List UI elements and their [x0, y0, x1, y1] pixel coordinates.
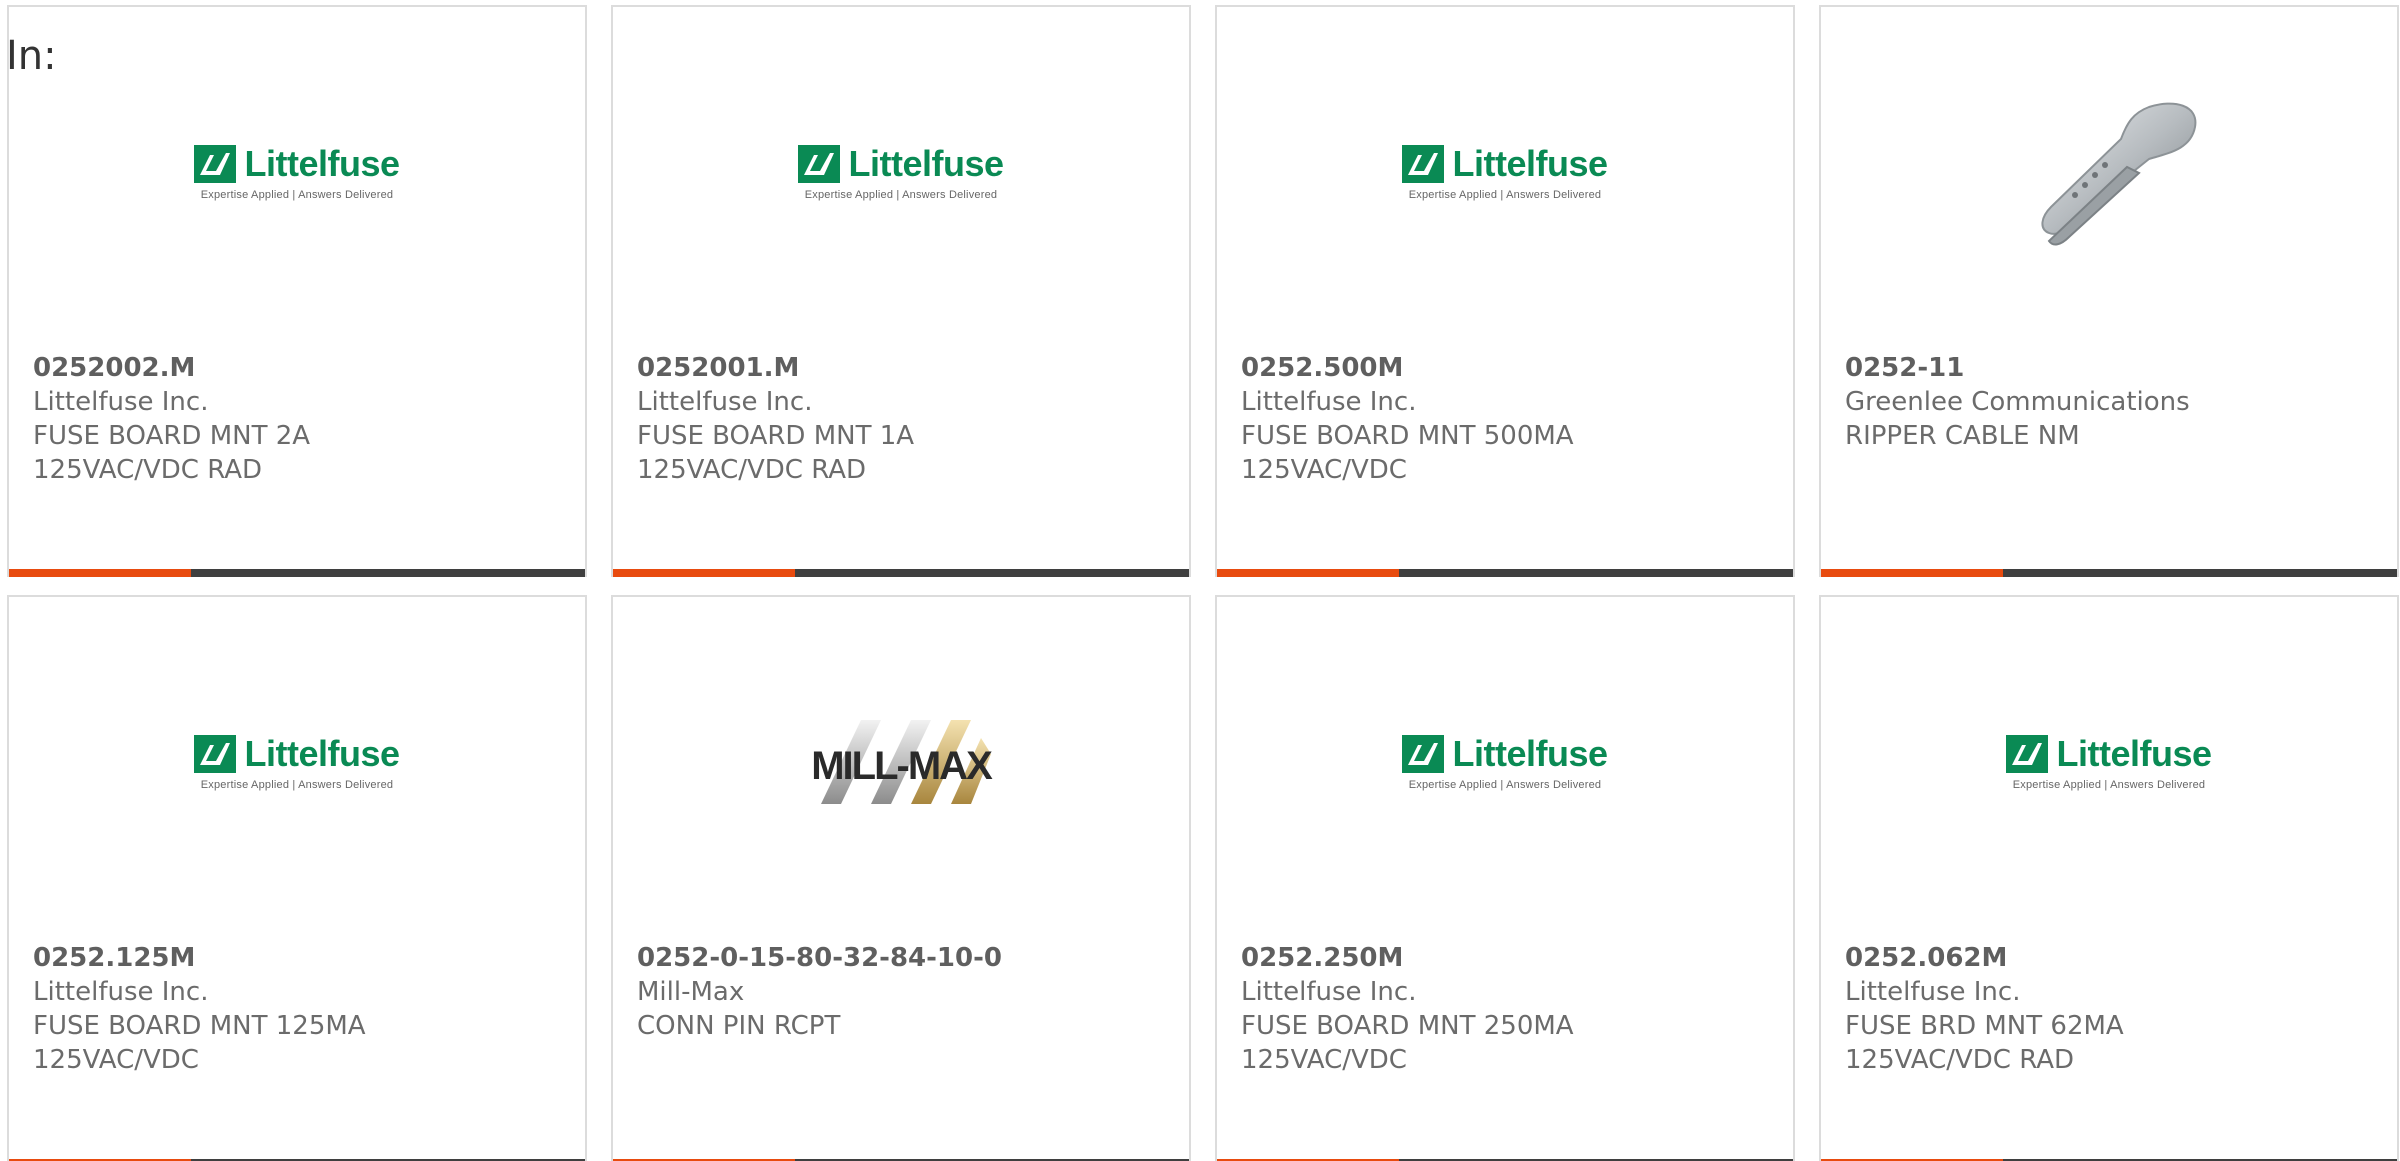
product-image: Littelfuse Expertise Applied | Answers D…: [9, 47, 585, 297]
product-info: 0252.125M Littelfuse Inc. FUSE BOARD MNT…: [33, 941, 565, 1077]
littelfuse-tagline: Expertise Applied | Answers Delivered: [2012, 779, 2206, 791]
card-bottom-bar: [1217, 569, 1793, 577]
littelfuse-wordmark: Littelfuse: [2056, 733, 2212, 774]
manufacturer: Littelfuse Inc.: [33, 977, 209, 1007]
manufacturer: Greenlee Communications: [1845, 387, 2190, 417]
product-image: Littelfuse Expertise Applied | Answers D…: [9, 637, 585, 887]
part-number[interactable]: 0252001.M: [637, 351, 1169, 385]
product-card[interactable]: MILL-MAX 0252-0-15-80-32-84-10-0 Mill-Ma…: [611, 595, 1191, 1161]
millmax-logo: MILL-MAX: [801, 714, 1001, 810]
cable-ripper-photo: [2041, 102, 2197, 246]
littelfuse-mark-icon: [1402, 145, 1445, 183]
card-accent-bar: [1821, 569, 2003, 577]
littelfuse-tagline: Expertise Applied | Answers Delivered: [804, 189, 998, 201]
littelfuse-tagline: Expertise Applied | Answers Delivered: [200, 189, 394, 201]
product-card[interactable]: Littelfuse Expertise Applied | Answers D…: [7, 595, 587, 1161]
littelfuse-wordmark: Littelfuse: [1452, 143, 1608, 184]
in-label: In:: [6, 33, 57, 79]
card-bottom-bar: [9, 569, 585, 577]
description-line-2: 125VAC/VDC: [1241, 455, 1407, 485]
description-line-2: 125VAC/VDC: [1241, 1045, 1407, 1075]
product-card[interactable]: Littelfuse Expertise Applied | Answers D…: [611, 5, 1191, 577]
product-image: [1821, 47, 2397, 297]
part-number[interactable]: 0252.125M: [33, 941, 565, 975]
part-number[interactable]: 0252.250M: [1241, 941, 1773, 975]
littelfuse-logo: Littelfuse Expertise Applied | Answers D…: [194, 143, 400, 201]
littelfuse-wordmark: Littelfuse: [244, 143, 400, 184]
millmax-wordmark: MILL-MAX: [811, 744, 993, 788]
part-number[interactable]: 0252-11: [1845, 351, 2377, 385]
card-accent-bar: [1217, 569, 1399, 577]
product-card[interactable]: 0252-11 Greenlee Communications RIPPER C…: [1819, 5, 2399, 577]
littelfuse-tagline: Expertise Applied | Answers Delivered: [200, 779, 394, 791]
littelfuse-wordmark: Littelfuse: [1452, 733, 1608, 774]
product-info: 0252.500M Littelfuse Inc. FUSE BOARD MNT…: [1241, 351, 1773, 487]
littelfuse-mark-icon: [194, 735, 237, 773]
card-bottom-bar: [1821, 569, 2397, 577]
description-line-2: 125VAC/VDC RAD: [1845, 1045, 2075, 1075]
product-card[interactable]: Littelfuse Expertise Applied | Answers D…: [7, 5, 587, 577]
description-line-1: FUSE BOARD MNT 125MA: [33, 1011, 366, 1041]
results-page: Littelfuse Expertise Applied | Answers D…: [0, 0, 2400, 1161]
littelfuse-logo: Littelfuse Expertise Applied | Answers D…: [194, 733, 400, 791]
description-line-1: FUSE BRD MNT 62MA: [1845, 1011, 2124, 1041]
littelfuse-tagline: Expertise Applied | Answers Delivered: [1408, 189, 1602, 201]
description-line-2: 125VAC/VDC RAD: [33, 455, 263, 485]
description-line-1: FUSE BOARD MNT 250MA: [1241, 1011, 1574, 1041]
card-bottom-bar: [613, 569, 1189, 577]
product-card[interactable]: Littelfuse Expertise Applied | Answers D…: [1215, 595, 1795, 1161]
littelfuse-wordmark: Littelfuse: [244, 733, 400, 774]
littelfuse-logo: Littelfuse Expertise Applied | Answers D…: [1402, 143, 1608, 201]
card-accent-bar: [613, 569, 795, 577]
product-image: Littelfuse Expertise Applied | Answers D…: [613, 47, 1189, 297]
product-info: 0252-0-15-80-32-84-10-0 Mill-Max CONN PI…: [637, 941, 1169, 1043]
description-line-1: RIPPER CABLE NM: [1845, 421, 2080, 451]
littelfuse-logo: Littelfuse Expertise Applied | Answers D…: [798, 143, 1004, 201]
littelfuse-mark-icon: [1402, 735, 1445, 773]
littelfuse-mark-icon: [2006, 735, 2049, 773]
part-number[interactable]: 0252.062M: [1845, 941, 2377, 975]
product-image: Littelfuse Expertise Applied | Answers D…: [1217, 47, 1793, 297]
description-line-2: 125VAC/VDC RAD: [637, 455, 867, 485]
product-card[interactable]: Littelfuse Expertise Applied | Answers D…: [1215, 5, 1795, 577]
manufacturer: Littelfuse Inc.: [1845, 977, 2021, 1007]
littelfuse-tagline: Expertise Applied | Answers Delivered: [1408, 779, 1602, 791]
littelfuse-wordmark: Littelfuse: [848, 143, 1004, 184]
description-line-2: 125VAC/VDC: [33, 1045, 199, 1075]
manufacturer: Littelfuse Inc.: [1241, 977, 1417, 1007]
manufacturer: Mill-Max: [637, 977, 745, 1007]
littelfuse-logo: Littelfuse Expertise Applied | Answers D…: [1402, 733, 1608, 791]
description-line-1: FUSE BOARD MNT 500MA: [1241, 421, 1574, 451]
part-number[interactable]: 0252002.M: [33, 351, 565, 385]
product-image: Littelfuse Expertise Applied | Answers D…: [1821, 637, 2397, 887]
product-info: 0252002.M Littelfuse Inc. FUSE BOARD MNT…: [33, 351, 565, 487]
littelfuse-logo: Littelfuse Expertise Applied | Answers D…: [2006, 733, 2212, 791]
product-card[interactable]: Littelfuse Expertise Applied | Answers D…: [1819, 595, 2399, 1161]
part-number[interactable]: 0252.500M: [1241, 351, 1773, 385]
product-info: 0252.250M Littelfuse Inc. FUSE BOARD MNT…: [1241, 941, 1773, 1077]
part-number[interactable]: 0252-0-15-80-32-84-10-0: [637, 941, 1169, 975]
littelfuse-mark-icon: [194, 145, 237, 183]
manufacturer: Littelfuse Inc.: [33, 387, 209, 417]
product-image: MILL-MAX: [613, 637, 1189, 887]
littelfuse-mark-icon: [798, 145, 841, 183]
card-accent-bar: [9, 569, 191, 577]
product-grid: Littelfuse Expertise Applied | Answers D…: [7, 5, 2400, 1161]
manufacturer: Littelfuse Inc.: [637, 387, 813, 417]
description-line-1: FUSE BOARD MNT 1A: [637, 421, 915, 451]
product-info: 0252001.M Littelfuse Inc. FUSE BOARD MNT…: [637, 351, 1169, 487]
product-info: 0252-11 Greenlee Communications RIPPER C…: [1845, 351, 2377, 453]
description-line-1: FUSE BOARD MNT 2A: [33, 421, 311, 451]
product-image: Littelfuse Expertise Applied | Answers D…: [1217, 637, 1793, 887]
description-line-1: CONN PIN RCPT: [637, 1011, 841, 1041]
manufacturer: Littelfuse Inc.: [1241, 387, 1417, 417]
product-info: 0252.062M Littelfuse Inc. FUSE BRD MNT 6…: [1845, 941, 2377, 1077]
